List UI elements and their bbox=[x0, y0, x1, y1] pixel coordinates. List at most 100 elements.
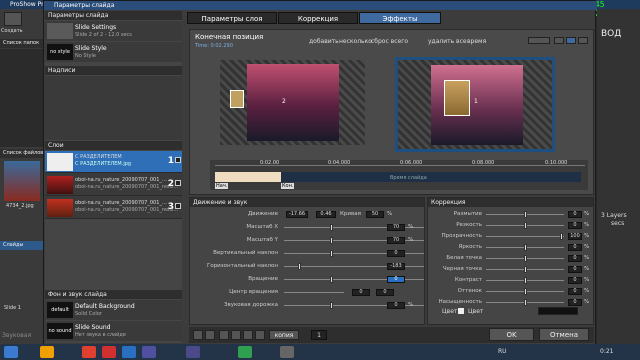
create-icon[interactable] bbox=[4, 12, 22, 26]
browser-icon[interactable] bbox=[82, 346, 96, 358]
slider-knob[interactable] bbox=[524, 299, 527, 306]
reset-all-button[interactable]: сброс всего bbox=[371, 38, 408, 45]
layer-checkbox[interactable] bbox=[175, 203, 181, 209]
file-thumbnail[interactable] bbox=[4, 161, 40, 201]
slider-knob[interactable] bbox=[298, 263, 301, 270]
correction-value[interactable]: 0 bbox=[568, 244, 582, 251]
end-marker[interactable]: Кон. bbox=[281, 183, 295, 189]
chrome-icon[interactable] bbox=[122, 346, 136, 358]
explorer-icon[interactable] bbox=[40, 346, 54, 358]
correction-value[interactable]: 0 bbox=[568, 222, 582, 229]
motion-label: Звуковая дорожка bbox=[223, 302, 278, 308]
correction-value[interactable]: 0 bbox=[568, 277, 582, 284]
color-swatch[interactable] bbox=[538, 307, 578, 315]
slider-knob[interactable] bbox=[330, 237, 333, 244]
captions-list[interactable] bbox=[45, 76, 182, 140]
zoom-field[interactable]: 1 bbox=[311, 330, 327, 340]
copy-button[interactable]: копия bbox=[269, 330, 299, 340]
correction-value[interactable]: 0 bbox=[568, 288, 582, 295]
correction-slider[interactable] bbox=[486, 236, 564, 237]
slider-knob[interactable] bbox=[524, 255, 527, 262]
several-button[interactable]: несколько bbox=[339, 38, 372, 45]
heart-icon[interactable] bbox=[243, 330, 253, 340]
slider-knob[interactable] bbox=[330, 276, 333, 283]
view-toggle[interactable] bbox=[528, 37, 550, 44]
layer-item[interactable]: С РАЗДЕЛИТЕЛЕМ С РАЗДЕЛИТЕЛЕМ.jpg 1 bbox=[45, 151, 182, 173]
move-x-field[interactable]: -17.66 bbox=[286, 211, 308, 218]
correction-value[interactable]: 0 bbox=[568, 266, 582, 273]
correction-value[interactable]: 100 bbox=[568, 233, 582, 240]
sound-item[interactable]: no sound Slide Sound Нет звука в слайде bbox=[45, 321, 182, 341]
add-button[interactable]: добавить bbox=[309, 38, 339, 45]
layer-item[interactable]: oboi-na.ru_nature_20090707_001_... oboi-… bbox=[45, 197, 182, 219]
delete-all-button[interactable]: удалить все bbox=[428, 38, 467, 45]
app-icon[interactable] bbox=[186, 346, 200, 358]
folder-tree[interactable] bbox=[0, 49, 44, 147]
correction-value[interactable]: 0 bbox=[568, 255, 582, 262]
correction-value[interactable]: 0 bbox=[568, 211, 582, 218]
layer-checkbox[interactable] bbox=[175, 157, 181, 163]
stop-icon[interactable] bbox=[231, 330, 241, 340]
slider-knob[interactable] bbox=[524, 288, 527, 295]
layer-thumb bbox=[47, 199, 73, 217]
correction-value[interactable]: 0 bbox=[568, 299, 582, 306]
play-icon[interactable] bbox=[219, 330, 229, 340]
slider-knob[interactable] bbox=[524, 277, 527, 284]
tab-effects[interactable]: Эффекты bbox=[359, 12, 441, 24]
timeline[interactable]: 0:02.00 0:04.000 0:06.000 0:08.000 0:10.… bbox=[210, 160, 588, 190]
layer-handle[interactable] bbox=[230, 90, 244, 108]
slider-knob[interactable] bbox=[524, 266, 527, 273]
motion-value[interactable]: 70 bbox=[387, 224, 405, 231]
cancel-button[interactable]: Отмена bbox=[539, 328, 589, 341]
slides-tab[interactable]: Слайды bbox=[0, 241, 44, 250]
settings-icon[interactable] bbox=[578, 37, 588, 44]
slide-settings-item[interactable]: Slide Settings Slide 2 of 2 - 12.0 secs bbox=[45, 21, 182, 41]
background-item[interactable]: default Default Background Solid Color bbox=[45, 300, 182, 320]
app-icon[interactable] bbox=[238, 346, 252, 358]
bg-right-panel: ВОД 3 Layers secs bbox=[597, 9, 640, 344]
motion-value[interactable]: -183 bbox=[387, 263, 405, 270]
slider-knob[interactable] bbox=[524, 222, 527, 229]
layers-list[interactable]: С РАЗДЕЛИТЕЛЕМ С РАЗДЕЛИТЕЛЕМ.jpg 1 oboi… bbox=[45, 151, 182, 219]
tab-correction[interactable]: Коррекция bbox=[278, 12, 358, 24]
layer-handle[interactable] bbox=[444, 80, 470, 116]
start-icon[interactable] bbox=[4, 346, 18, 358]
color-checkbox[interactable] bbox=[458, 308, 464, 314]
center-y-field[interactable]: 0 bbox=[376, 289, 394, 296]
app-icon[interactable] bbox=[142, 346, 156, 358]
slider-knob[interactable] bbox=[524, 211, 527, 218]
proshow-icon[interactable] bbox=[280, 346, 294, 358]
move-y-field[interactable]: 0.46 bbox=[316, 211, 336, 218]
grid-icon[interactable] bbox=[554, 37, 564, 44]
motion-value[interactable]: 0 bbox=[387, 250, 405, 257]
time-button[interactable]: время bbox=[467, 38, 486, 45]
ok-button[interactable]: OK bbox=[489, 328, 534, 341]
motion-label: Горизонтальный наклон bbox=[206, 263, 278, 269]
center-x-field[interactable]: 0 bbox=[352, 289, 370, 296]
slide-style-item[interactable]: no style Slide Style No Style bbox=[45, 42, 182, 62]
slider-knob[interactable] bbox=[560, 233, 563, 240]
curve-field[interactable]: 50 bbox=[366, 211, 384, 218]
motion-value[interactable]: 0 bbox=[387, 276, 405, 283]
end-frame[interactable]: 1 bbox=[395, 57, 555, 152]
layer-checkbox[interactable] bbox=[175, 180, 181, 186]
layer-number: 1 bbox=[167, 156, 174, 166]
start-frame[interactable]: 2 bbox=[220, 60, 365, 145]
lang-indicator[interactable]: RU bbox=[498, 348, 507, 355]
start-marker[interactable]: Нач. bbox=[215, 183, 229, 189]
layer-item[interactable]: oboi-na.ru_nature_20090707_001_... oboi-… bbox=[45, 174, 182, 196]
shield-icon[interactable] bbox=[566, 37, 576, 44]
prev-icon[interactable] bbox=[193, 330, 203, 340]
motion-value[interactable]: 70 bbox=[387, 237, 405, 244]
motion-value[interactable]: 0 bbox=[387, 302, 405, 309]
slider-knob[interactable] bbox=[330, 224, 333, 231]
yandex-icon[interactable] bbox=[102, 346, 116, 358]
slider-knob[interactable] bbox=[330, 250, 333, 257]
grid-icon[interactable] bbox=[255, 330, 265, 340]
slider-knob[interactable] bbox=[330, 302, 333, 309]
next-icon[interactable] bbox=[205, 330, 215, 340]
tab-layer-params[interactable]: Параметры слоя bbox=[187, 12, 277, 24]
motion-slider[interactable] bbox=[284, 292, 344, 293]
tick-label: 0:02.00 bbox=[260, 160, 280, 166]
slider-knob[interactable] bbox=[524, 244, 527, 251]
